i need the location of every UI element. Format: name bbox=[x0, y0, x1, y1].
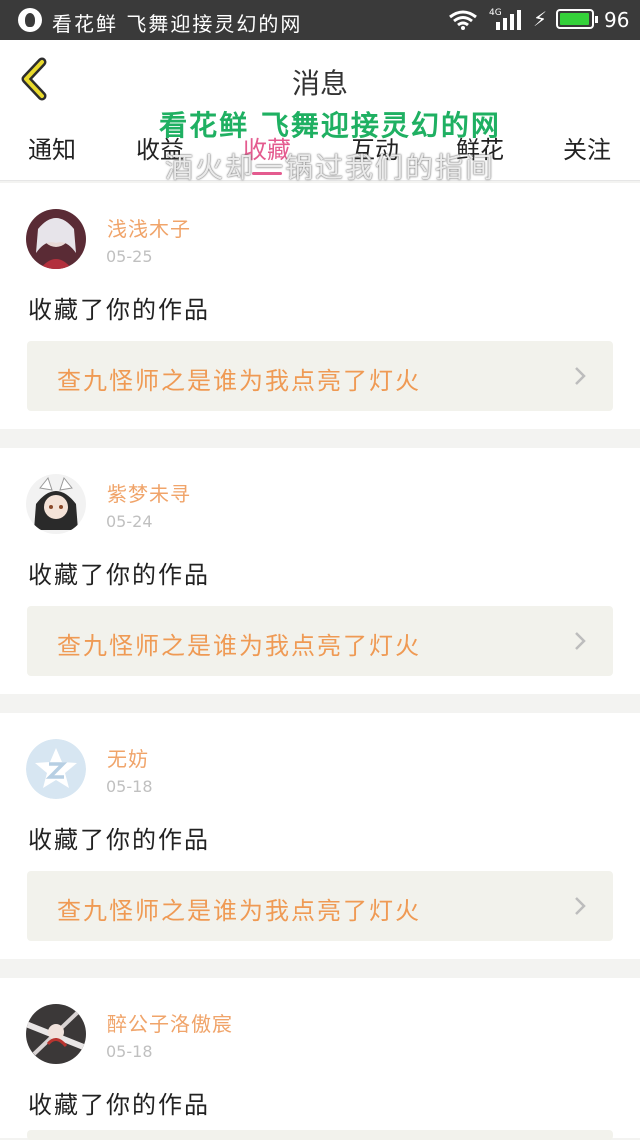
tab-follow[interactable]: 关注 bbox=[563, 130, 611, 165]
username[interactable]: 浅浅木子 bbox=[107, 213, 191, 242]
message-card: 紫梦未寻 05-24 收藏了你的作品 查九怪师之是谁为我点亮了灯火 bbox=[0, 448, 640, 694]
message-date: 05-18 bbox=[106, 1042, 153, 1061]
message-action: 收藏了你的作品 bbox=[28, 826, 210, 854]
charging-icon: ⚡ bbox=[533, 7, 548, 31]
work-link[interactable] bbox=[27, 1130, 613, 1140]
chevron-right-icon bbox=[575, 897, 586, 915]
avatar[interactable] bbox=[26, 209, 86, 269]
work-link[interactable]: 查九怪师之是谁为我点亮了灯火 bbox=[27, 606, 613, 676]
message-date: 05-18 bbox=[106, 777, 153, 796]
default-avatar-icon[interactable] bbox=[26, 739, 86, 799]
work-title: 查九怪师之是谁为我点亮了灯火 bbox=[57, 897, 421, 925]
message-action: 收藏了你的作品 bbox=[28, 1091, 210, 1119]
status-bar: 看花鲜 飞舞迎接灵幻的网 4G ⚡ 96 bbox=[0, 0, 640, 40]
username[interactable]: 紫梦未寻 bbox=[107, 478, 191, 507]
message-card: 醉公子洛傲宸 05-18 收藏了你的作品 bbox=[0, 978, 640, 1140]
work-title: 查九怪师之是谁为我点亮了灯火 bbox=[57, 367, 421, 395]
message-date: 05-24 bbox=[106, 512, 153, 531]
username[interactable]: 醉公子洛傲宸 bbox=[107, 1008, 233, 1037]
work-link[interactable]: 查九怪师之是谁为我点亮了灯火 bbox=[27, 341, 613, 411]
tab-flowers[interactable]: 鲜花 bbox=[456, 130, 504, 165]
battery-percent: 96 bbox=[604, 8, 630, 32]
tab-favorites[interactable]: 收藏 bbox=[243, 130, 291, 165]
work-title: 查九怪师之是谁为我点亮了灯火 bbox=[57, 632, 421, 660]
chevron-right-icon bbox=[575, 367, 586, 385]
tab-interaction[interactable]: 互动 bbox=[351, 130, 399, 165]
message-action: 收藏了你的作品 bbox=[28, 561, 210, 589]
work-link[interactable]: 查九怪师之是谁为我点亮了灯火 bbox=[27, 871, 613, 941]
signal-icon bbox=[496, 10, 521, 30]
avatar[interactable] bbox=[26, 474, 86, 534]
tab-income[interactable]: 收益 bbox=[136, 130, 184, 165]
tab-active-indicator bbox=[252, 172, 282, 175]
status-bar-title: 看花鲜 飞舞迎接灵幻的网 bbox=[52, 12, 303, 36]
app-logo-icon bbox=[18, 8, 42, 32]
username[interactable]: 无妨 bbox=[107, 743, 149, 772]
message-card: 无妨 05-18 收藏了你的作品 查九怪师之是谁为我点亮了灯火 bbox=[0, 713, 640, 959]
wifi-icon bbox=[449, 10, 477, 30]
message-card: 浅浅木子 05-25 收藏了你的作品 查九怪师之是谁为我点亮了灯火 bbox=[0, 183, 640, 429]
message-action: 收藏了你的作品 bbox=[28, 296, 210, 324]
tab-notice[interactable]: 通知 bbox=[28, 130, 76, 165]
tab-bar: 通知 收益 收藏 互动 鲜花 关注 bbox=[0, 118, 640, 181]
message-date: 05-25 bbox=[106, 247, 153, 266]
chevron-right-icon bbox=[575, 632, 586, 650]
page-title: 消息 bbox=[291, 67, 348, 100]
header: 消息 bbox=[0, 40, 640, 118]
battery-icon bbox=[556, 9, 598, 29]
avatar[interactable] bbox=[26, 1004, 86, 1064]
